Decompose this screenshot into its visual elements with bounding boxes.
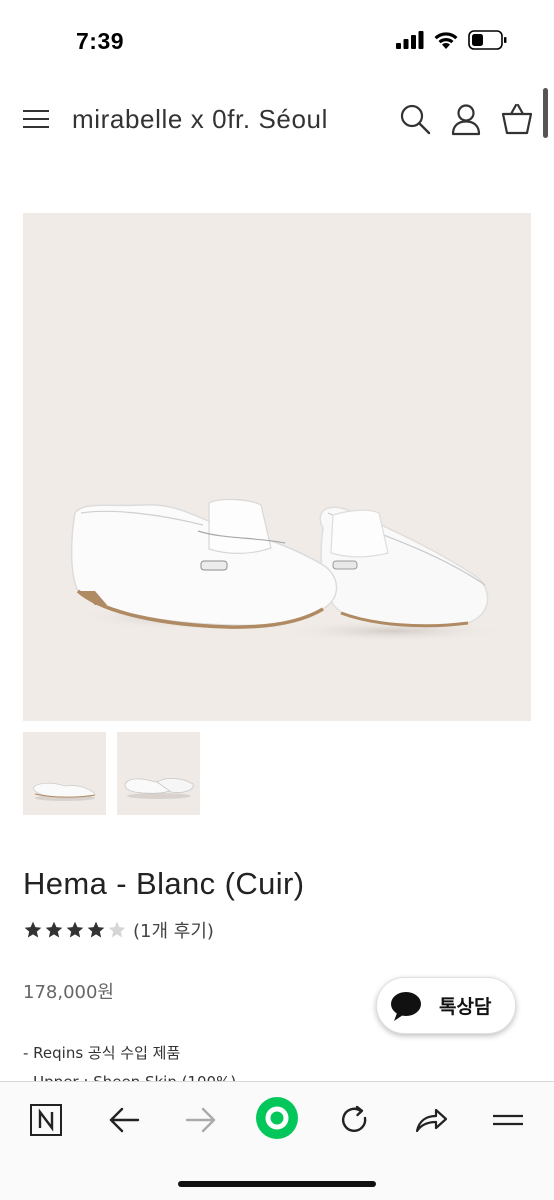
back-button[interactable] — [102, 1098, 146, 1142]
status-icons — [396, 30, 508, 50]
browser-menu-button[interactable] — [486, 1098, 530, 1142]
product-main-image[interactable] — [23, 213, 531, 721]
star-empty-icon — [108, 921, 126, 938]
scroll-indicator — [543, 88, 548, 138]
cart-icon — [501, 103, 533, 135]
share-icon — [415, 1108, 448, 1133]
search-button[interactable] — [398, 102, 432, 136]
menu-icon — [23, 110, 49, 128]
battery-icon — [468, 30, 507, 50]
green-home-icon — [256, 1097, 298, 1139]
star-filled-icon — [24, 921, 42, 938]
status-bar: 7:39 — [0, 0, 554, 84]
naver-n-icon — [30, 1104, 62, 1136]
thumbnail-shoes-side-image — [124, 778, 194, 799]
chat-bubble-icon — [391, 991, 421, 1021]
product-title: Hema - Blanc (Cuir) — [23, 866, 305, 901]
thumbnail-1[interactable] — [23, 732, 106, 815]
refresh-button[interactable] — [332, 1098, 376, 1142]
forward-button[interactable] — [179, 1098, 223, 1142]
cellular-signal-icon — [396, 31, 424, 49]
product-price: 178,000원 — [23, 982, 114, 1003]
thumbnail-shoes-image — [32, 782, 96, 801]
menu-button[interactable] — [22, 106, 50, 132]
refresh-icon — [341, 1105, 367, 1133]
green-dot-button[interactable] — [255, 1096, 299, 1140]
star-rating — [23, 920, 127, 940]
thumbnail-2[interactable] — [117, 732, 200, 815]
share-button[interactable] — [409, 1098, 453, 1142]
search-icon — [400, 104, 431, 135]
account-button[interactable] — [449, 102, 483, 136]
naver-home-button[interactable] — [24, 1098, 68, 1142]
back-arrow-icon — [109, 1107, 140, 1133]
star-filled-icon — [66, 921, 84, 938]
review-count-link[interactable]: (1개 후기) — [133, 917, 214, 943]
rating-row[interactable]: (1개 후기) — [23, 917, 214, 943]
product-description-line: - Reqins 공식 수입 제품 — [23, 1044, 181, 1062]
site-header: mirabelle x 0fr. Séoul — [0, 88, 554, 150]
brand-logo[interactable]: mirabelle x 0fr. Séoul — [72, 104, 328, 135]
home-indicator — [178, 1181, 376, 1187]
kakao-talk-consult-button[interactable]: 톡상담 — [376, 977, 516, 1034]
wifi-icon — [434, 31, 458, 49]
hamburger-icon — [493, 1114, 523, 1126]
loafer-shoes-image — [68, 498, 508, 642]
star-filled-icon — [87, 921, 105, 938]
user-icon — [451, 104, 481, 136]
status-time: 7:39 — [76, 28, 125, 54]
forward-arrow-icon — [185, 1107, 216, 1133]
star-filled-icon — [45, 921, 63, 938]
cart-button[interactable] — [500, 102, 534, 136]
kakao-talk-consult-label: 톡상담 — [439, 996, 492, 1018]
thumbnail-strip — [23, 732, 200, 815]
